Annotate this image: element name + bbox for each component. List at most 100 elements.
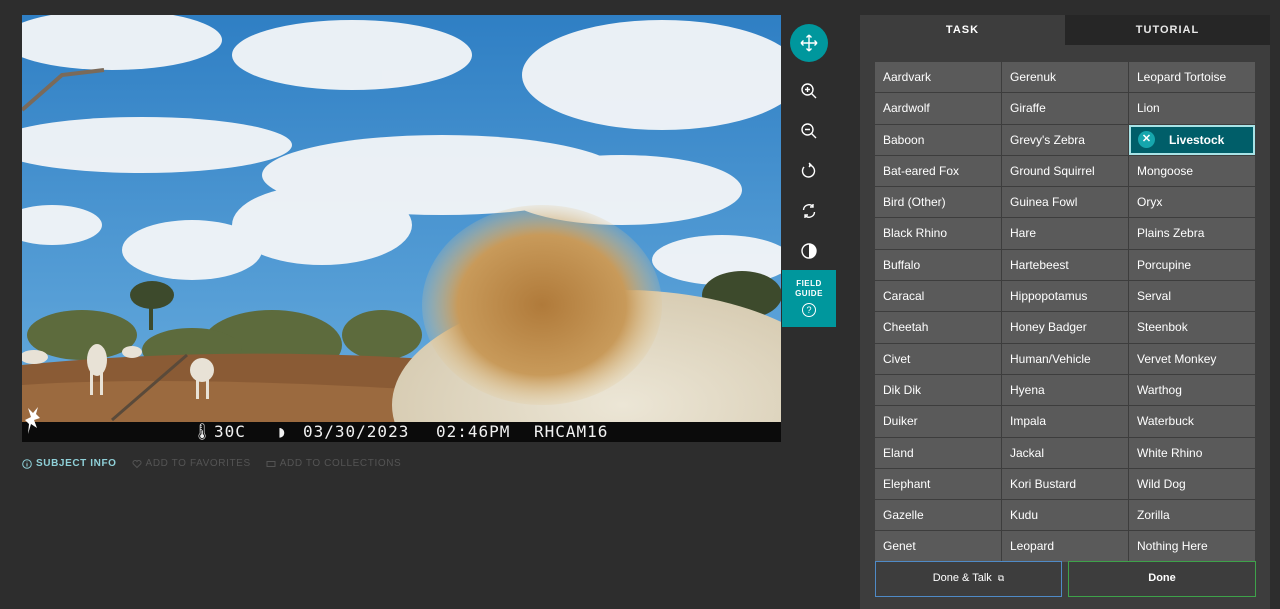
invert-button[interactable]	[782, 231, 836, 271]
species-choice[interactable]: ✕ Livestock	[1129, 124, 1255, 155]
species-label: Steenbok	[1137, 320, 1188, 335]
camera-trap-photo	[22, 15, 781, 442]
species-choice[interactable]: Guinea Fowl	[1002, 187, 1128, 218]
species-choice[interactable]: White Rhino	[1129, 437, 1255, 468]
species-label: Genet	[883, 539, 916, 554]
species-label: Buffalo	[883, 257, 921, 272]
species-choice[interactable]: Dik Dik	[875, 374, 1001, 406]
species-choice[interactable]: Warthog	[1129, 374, 1255, 406]
done-and-talk-button[interactable]: Done & Talk ⧉	[875, 561, 1062, 597]
species-choice[interactable]: Bird (Other)	[875, 187, 1001, 218]
field-guide-button[interactable]: FIELD GUIDE ?	[782, 270, 836, 327]
species-label: Plains Zebra	[1137, 226, 1205, 241]
species-choice[interactable]: Porcupine	[1129, 249, 1255, 281]
species-choice[interactable]: Plains Zebra	[1129, 218, 1255, 249]
move-icon	[800, 34, 818, 52]
species-label: Lion	[1137, 101, 1160, 116]
species-label: Jackal	[1010, 445, 1045, 460]
camera-time: 02:46PM	[436, 422, 511, 441]
species-choice[interactable]: Buffalo	[875, 249, 1001, 281]
species-choice[interactable]: Duiker	[875, 406, 1001, 437]
species-choice[interactable]: Steenbok	[1129, 312, 1255, 343]
species-choice[interactable]: Cheetah	[875, 312, 1001, 343]
species-choice[interactable]: Civet	[875, 343, 1001, 374]
species-choice[interactable]: Serval	[1129, 281, 1255, 312]
species-choice[interactable]: Nothing Here	[1129, 531, 1255, 562]
species-choice[interactable]: Elephant	[875, 468, 1001, 500]
image-toolbar	[782, 15, 836, 271]
species-choice[interactable]: Black Rhino	[875, 218, 1001, 249]
species-choice[interactable]: Aardwolf	[875, 93, 1001, 124]
move-tool-button[interactable]	[782, 15, 836, 71]
species-label: Honey Badger	[1010, 320, 1087, 335]
species-choice[interactable]: Leopard	[1002, 531, 1128, 562]
camera-date: 03/30/2023	[303, 422, 410, 441]
species-choice[interactable]: Hare	[1002, 218, 1128, 249]
browning-logo-icon	[25, 407, 40, 434]
species-choice[interactable]: Hippopotamus	[1002, 281, 1128, 312]
species-choice[interactable]: Zorilla	[1129, 500, 1255, 531]
species-choice[interactable]: Oryx	[1129, 187, 1255, 218]
species-choice[interactable]: Waterbuck	[1129, 406, 1255, 437]
camera-id: RHCAM16	[534, 422, 609, 441]
species-label: Duiker	[883, 414, 918, 429]
invert-icon	[801, 243, 817, 259]
species-choice[interactable]: Wild Dog	[1129, 468, 1255, 500]
species-label: Gerenuk	[1010, 70, 1057, 84]
species-choice[interactable]: Gerenuk	[1002, 62, 1128, 93]
species-choice[interactable]: Caracal	[875, 281, 1001, 312]
subject-image[interactable]: 🌡 30C ◗ 03/30/2023 02:46PM RHCAM16	[22, 15, 781, 442]
species-choice[interactable]: Giraffe	[1002, 93, 1128, 124]
done-and-talk-label: Done & Talk	[932, 572, 992, 584]
species-choice[interactable]: Lion	[1129, 93, 1255, 124]
species-choice[interactable]: Human/Vehicle	[1002, 343, 1128, 374]
species-label: Giraffe	[1010, 101, 1046, 116]
subject-meta-bar: SUBJECT INFO ADD TO FAVORITES ADD TO COL…	[22, 458, 416, 469]
species-choice[interactable]: Honey Badger	[1002, 312, 1128, 343]
species-label: Aardwolf	[883, 101, 930, 116]
species-choice[interactable]: Grevy's Zebra	[1002, 124, 1128, 155]
zoom-in-icon	[801, 83, 817, 99]
species-choice[interactable]: Hartebeest	[1002, 249, 1128, 281]
help-icon: ?	[802, 303, 816, 317]
species-choice[interactable]: Genet	[875, 531, 1001, 562]
species-label: Wild Dog	[1137, 476, 1186, 491]
species-label: Zorilla	[1137, 508, 1170, 523]
species-label: Human/Vehicle	[1010, 351, 1091, 366]
subject-info-link[interactable]: SUBJECT INFO	[22, 458, 117, 469]
species-choice[interactable]: Bat-eared Fox	[875, 155, 1001, 187]
clear-selection-icon[interactable]: ✕	[1138, 131, 1155, 149]
zoom-in-button[interactable]	[782, 71, 836, 111]
species-choice[interactable]: Vervet Monkey	[1129, 343, 1255, 374]
species-choice[interactable]: Mongoose	[1129, 155, 1255, 187]
species-choice[interactable]: Kudu	[1002, 500, 1128, 531]
classifier-app: 🌡 30C ◗ 03/30/2023 02:46PM RHCAM16 FIELD…	[0, 0, 1280, 609]
species-choice[interactable]: Baboon	[875, 124, 1001, 155]
species-choice-grid: Aardvark Gerenuk Leopard Tortoise Aardwolf G…	[875, 62, 1256, 562]
zoom-out-button[interactable]	[782, 111, 836, 151]
species-label: Civet	[883, 351, 911, 366]
species-choice[interactable]: Aardvark	[875, 62, 1001, 93]
species-choice[interactable]: Eland	[875, 437, 1001, 468]
rotate-button[interactable]	[782, 151, 836, 191]
reset-button[interactable]	[782, 191, 836, 231]
tab-tutorial[interactable]: TUTORIAL	[1065, 15, 1270, 45]
heart-icon	[132, 459, 142, 468]
species-choice[interactable]: Leopard Tortoise	[1129, 62, 1255, 93]
species-label: Mongoose	[1137, 163, 1194, 178]
tab-task[interactable]: TASK	[860, 15, 1065, 45]
species-choice[interactable]: Impala	[1002, 406, 1128, 437]
species-choice[interactable]: Ground Squirrel	[1002, 155, 1128, 187]
species-choice[interactable]: Gazelle	[875, 500, 1001, 531]
species-choice[interactable]: Hyena	[1002, 374, 1128, 406]
zoom-out-icon	[801, 123, 817, 139]
species-choice[interactable]: Kori Bustard	[1002, 468, 1128, 500]
done-button[interactable]: Done	[1068, 561, 1256, 597]
species-choice[interactable]: Jackal	[1002, 437, 1128, 468]
species-label: Nothing Here	[1137, 539, 1208, 554]
species-label: Hartebeest	[1010, 257, 1069, 272]
species-label: Leopard	[1010, 539, 1055, 554]
add-to-favorites-link[interactable]: ADD TO FAVORITES	[132, 458, 251, 469]
subject-info-label: SUBJECT INFO	[36, 458, 117, 469]
add-to-collections-link[interactable]: ADD TO COLLECTIONS	[266, 458, 402, 469]
